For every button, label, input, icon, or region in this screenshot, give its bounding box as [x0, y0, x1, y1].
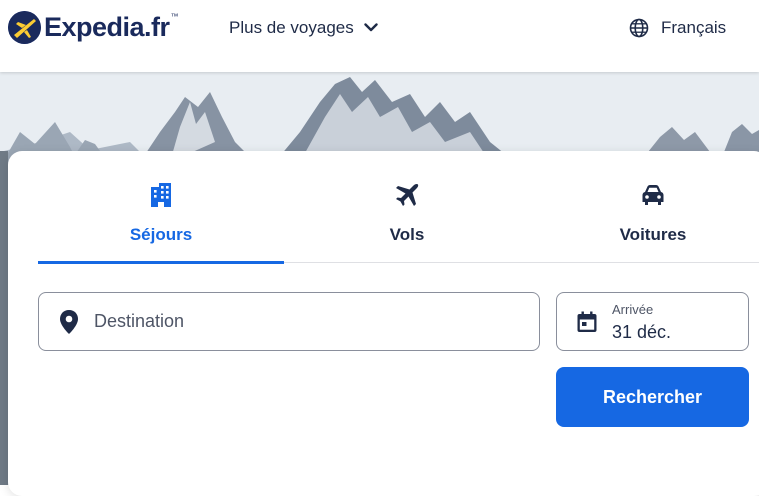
- checkin-label: Arrivée: [612, 302, 654, 317]
- search-card: Séjours Vols Voitures Destination Arrivé…: [8, 151, 759, 496]
- car-icon: [642, 185, 664, 205]
- tab-stays[interactable]: Séjours: [38, 151, 284, 264]
- tab-stays-label: Séjours: [129, 225, 193, 244]
- more-travel-label: Plus de voyages: [229, 18, 354, 37]
- more-travel-menu[interactable]: Plus de voyages: [229, 15, 378, 41]
- language-label: Français: [661, 18, 727, 37]
- logo-globe-icon: [8, 10, 41, 44]
- tab-cars-label: Voitures: [619, 225, 687, 244]
- top-header: Expedia.fr™ Plus de voyages Français: [0, 0, 759, 72]
- destination-placeholder: Destination: [94, 311, 185, 331]
- plane-icon: [396, 183, 419, 206]
- tab-cars[interactable]: Voitures: [530, 151, 759, 262]
- tab-flights-label: Vols: [389, 225, 425, 244]
- search-button[interactable]: Rechercher: [556, 367, 749, 427]
- location-pin-icon: [60, 309, 78, 334]
- search-tabs: Séjours Vols Voitures: [38, 151, 759, 264]
- calendar-icon: [577, 311, 597, 332]
- checkin-value: 31 déc.: [612, 322, 672, 342]
- language-selector[interactable]: Français: [629, 15, 726, 41]
- checkin-date-field[interactable]: Arrivée 31 déc.: [556, 292, 749, 351]
- expedia-logo[interactable]: Expedia.fr™: [8, 8, 179, 46]
- chevron-down-icon: [364, 23, 378, 32]
- logo-text: Expedia.fr™: [44, 11, 179, 42]
- destination-field[interactable]: Destination: [38, 292, 540, 351]
- hotel-icon: [151, 183, 171, 207]
- tab-flights[interactable]: Vols: [284, 151, 530, 262]
- globe-icon: [629, 18, 649, 38]
